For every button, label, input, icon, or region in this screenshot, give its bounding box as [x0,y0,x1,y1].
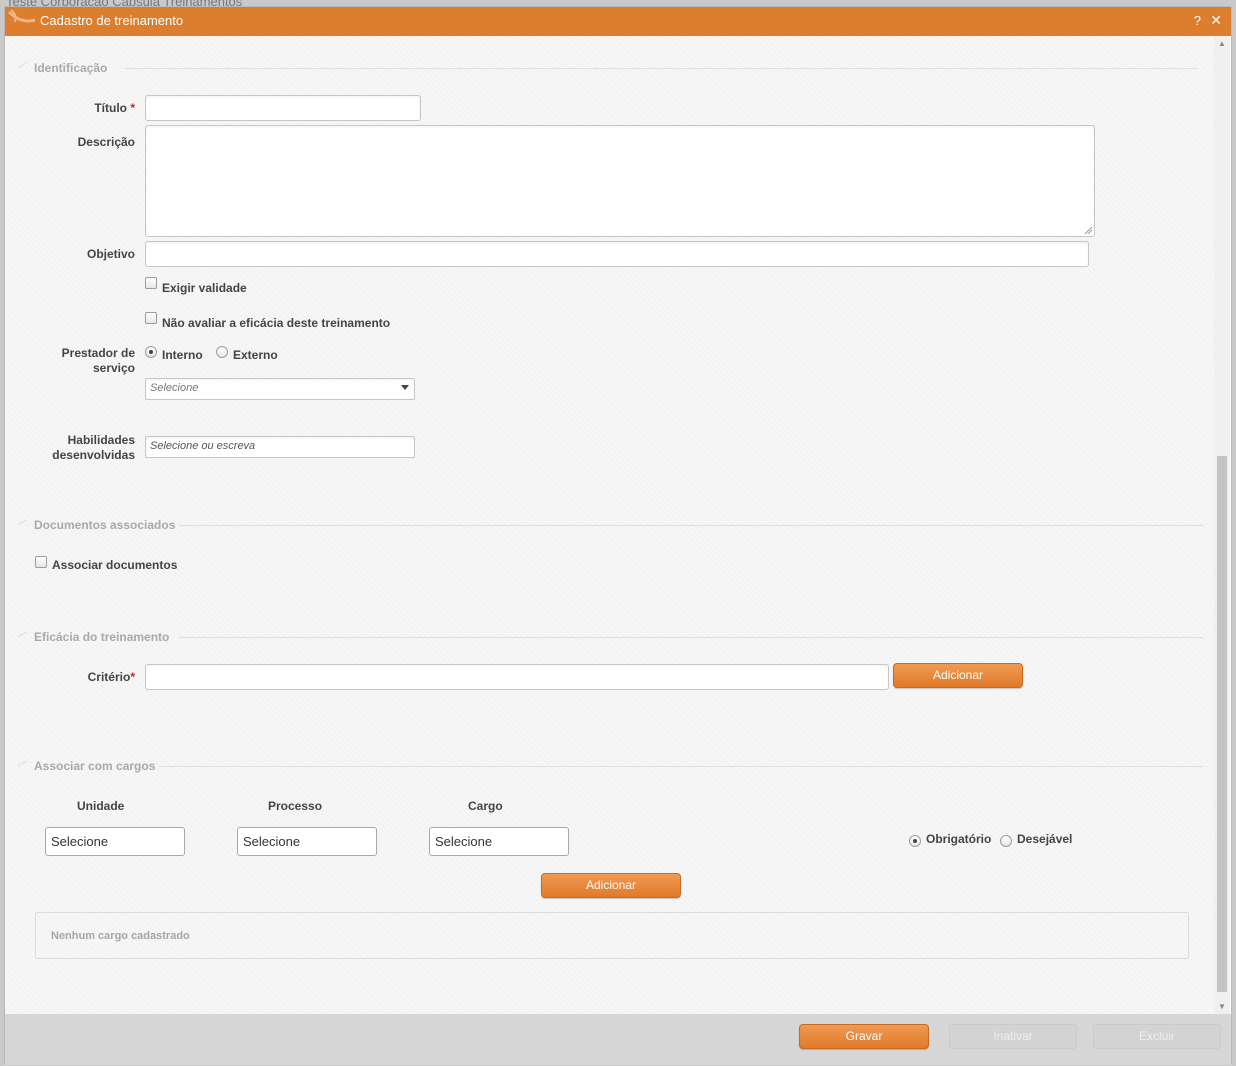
chevron-down-icon [401,385,409,390]
excluir-button[interactable]: Excluir [1093,1024,1221,1049]
objetivo-input[interactable] [145,241,1089,267]
habilidades-label: Habilidades desenvolvidas [52,433,135,462]
adicionar-criterio-button[interactable]: Adicionar [893,663,1023,688]
criterio-input[interactable] [145,664,889,690]
app-logo-icon [7,8,37,35]
prestador-label: Prestador de serviço [61,346,135,375]
obrigatorio-label: Obrigatório [926,832,992,846]
titulo-input[interactable] [145,95,421,121]
required-mark: * [130,101,135,115]
exigir-validade-label: Exigir validade [162,281,247,295]
processo-select[interactable]: Selecione [237,827,377,856]
unidade-select[interactable]: Selecione [45,827,185,856]
training-dialog: Cadastro de treinamento ? ✕ Identificaçã… [4,6,1232,1065]
cargos-list: Nenhum cargo cadastrado [35,912,1189,959]
objetivo-label: Objetivo [86,247,135,261]
nao-avaliar-label: Não avaliar a eficácia deste treinamento [162,316,391,330]
obrigatorio-radio[interactable] [909,835,921,847]
interno-radio[interactable] [145,346,157,358]
dialog-content: Identificação Título * Descrição Objetiv… [5,36,1215,1014]
section-cargos: Associar com cargos [17,759,1203,773]
scroll-up-icon[interactable]: ▲ [1218,39,1226,48]
section-title: Associar com cargos [34,759,156,773]
associar-documentos-checkbox[interactable] [35,556,47,568]
descricao-textarea[interactable] [145,125,1095,237]
empty-message: Nenhum cargo cadastrado [51,930,190,942]
dialog-titlebar: Cadastro de treinamento ? ✕ [5,7,1231,36]
externo-label: Externo [233,348,278,362]
vertical-scrollbar[interactable]: ▲ ▼ [1214,36,1230,1014]
dialog-footer: Gravar Inativar Excluir [5,1014,1231,1065]
habilidades-placeholder: Selecione ou escreva [150,440,256,452]
scroll-down-icon[interactable]: ▼ [1218,1002,1226,1011]
exigir-validade-checkbox[interactable] [145,277,157,289]
section-identificacao: Identificação [17,61,1197,75]
section-title: Documentos associados [34,518,176,532]
associar-documentos-label: Associar documentos [52,558,178,572]
desejavel-label: Desejável [1017,832,1073,846]
required-mark: * [130,670,135,684]
titulo-label: Título * [94,101,135,115]
externo-radio[interactable] [216,346,228,358]
unidade-header: Unidade [77,799,125,813]
dialog-title: Cadastro de treinamento [40,13,184,28]
inativar-button[interactable]: Inativar [949,1024,1077,1049]
scrollbar-thumb[interactable] [1217,456,1227,992]
adicionar-cargo-button[interactable]: Adicionar [541,873,681,898]
gravar-button[interactable]: Gravar [799,1024,929,1049]
habilidades-input[interactable]: Selecione ou escreva [145,436,415,458]
section-title: Identificação [34,61,108,75]
prestador-select[interactable]: Selecione [145,378,415,400]
descricao-label: Descrição [77,135,135,149]
processo-header: Processo [268,799,323,813]
close-icon[interactable]: ✕ [1210,12,1222,29]
section-eficacia: Eficácia do treinamento [17,630,1203,644]
interno-label: Interno [162,348,203,362]
desejavel-radio[interactable] [1000,835,1012,847]
criterio-label: Critério* [87,670,135,684]
prestador-select-placeholder: Selecione [150,382,199,394]
help-icon[interactable]: ? [1194,13,1201,28]
cargo-select[interactable]: Selecione [429,827,569,856]
cargo-header: Cargo [468,799,503,813]
resize-handle-icon[interactable] [1084,226,1093,235]
section-documentos: Documentos associados [17,518,1203,532]
nao-avaliar-checkbox[interactable] [145,312,157,324]
section-title: Eficácia do treinamento [34,630,170,644]
